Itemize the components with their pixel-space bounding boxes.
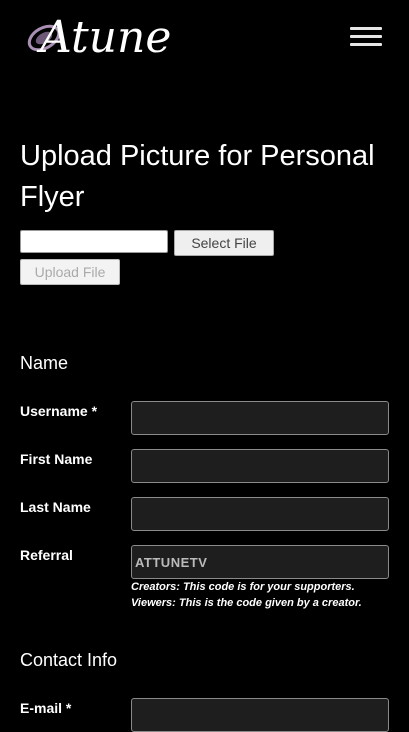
referral-label: Referral — [20, 547, 73, 563]
username-field[interactable] — [131, 401, 389, 435]
referral-note-creators: Creators: This code is for your supporte… — [131, 581, 355, 593]
first-name-field[interactable] — [131, 449, 389, 483]
select-file-button[interactable]: Select File — [174, 230, 274, 256]
first-name-label: First Name — [20, 451, 93, 467]
last-name-label: Last Name — [20, 499, 91, 515]
email-label: E-mail * — [20, 700, 72, 716]
email-field[interactable] — [131, 698, 389, 732]
atune-logo[interactable]: Atune — [22, 8, 222, 64]
name-section-title: Name — [20, 353, 69, 373]
contact-section-title: Contact Info — [20, 650, 118, 670]
logo-wordmark: Atune — [36, 12, 171, 63]
file-path-field[interactable] — [20, 230, 168, 253]
last-name-field[interactable] — [131, 497, 389, 531]
referral-code-value: ATTUNETV — [135, 555, 208, 570]
username-label: Username * — [20, 403, 98, 419]
referral-note-viewers: Viewers: This is the code given by a cre… — [131, 597, 362, 609]
app-header: Atune — [0, 0, 409, 80]
upload-file-button[interactable]: Upload File — [20, 259, 120, 285]
hamburger-menu-icon[interactable] — [350, 27, 382, 47]
page-title: Upload Picture for Personal Flyer — [20, 140, 375, 213]
